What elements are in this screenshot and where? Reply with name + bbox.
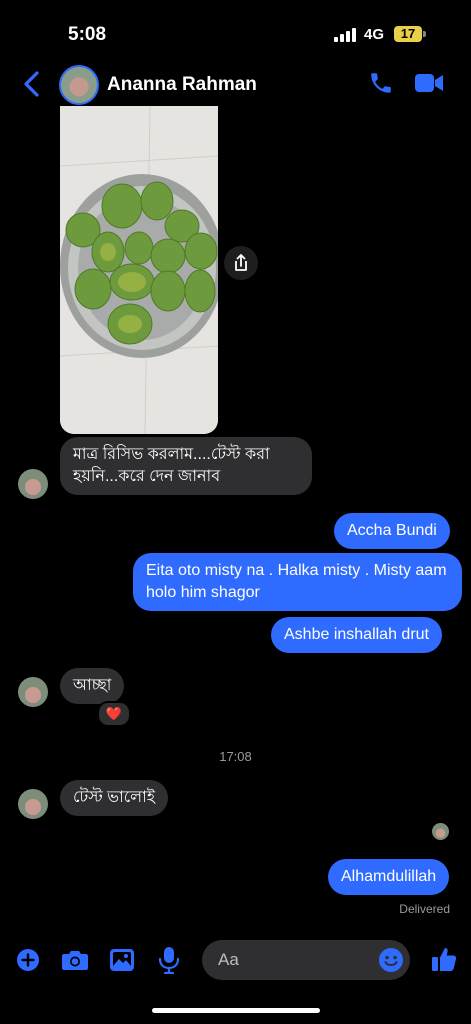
message-input-placeholder: Aa [218,950,239,969]
camera-icon[interactable] [61,948,89,972]
heart-reaction[interactable]: ❤️ [97,701,131,727]
home-indicator [152,1008,320,1013]
outgoing-message[interactable]: Eita oto misty na . Halka misty . Misty … [133,553,462,611]
outgoing-message[interactable]: Accha Bundi [334,513,450,549]
image-icon[interactable] [109,947,135,973]
back-chevron-icon[interactable] [22,70,42,98]
microphone-icon[interactable] [158,946,180,974]
share-icon [235,254,247,271]
status-time: 5:08 [68,24,107,45]
battery-nub [423,31,426,37]
battery-icon: 17 [394,26,422,42]
video-call-icon[interactable] [414,72,444,94]
sender-avatar[interactable] [18,469,48,499]
mango-plate-image [60,106,218,434]
sender-avatar[interactable] [18,789,48,819]
signal-icon [334,28,358,42]
incoming-message[interactable]: মাত্র রিসিভ করলাম....টেস্ট করা হয়নি...ক… [60,437,312,495]
contact-avatar[interactable] [59,65,99,105]
network-type: 4G [364,26,385,43]
message-timestamp: 17:08 [219,749,252,764]
incoming-message[interactable]: আচ্ছা [60,668,125,704]
contact-name[interactable]: Ananna Rahman [107,74,257,96]
sender-avatar[interactable] [18,677,48,707]
thumbs-up-icon[interactable] [430,945,458,973]
plus-icon[interactable] [16,948,40,972]
delivery-status: Delivered [399,902,450,916]
seen-indicator-avatar [432,823,449,840]
incoming-message[interactable]: টেস্ট ভালোই [60,780,169,816]
emoji-icon[interactable] [378,947,404,973]
phone-icon[interactable] [368,70,394,96]
share-button[interactable] [224,246,258,280]
mango-photo[interactable] [60,106,218,434]
outgoing-message[interactable]: Ashbe inshallah drut [271,617,442,653]
outgoing-message[interactable]: Alhamdulillah [328,859,450,895]
